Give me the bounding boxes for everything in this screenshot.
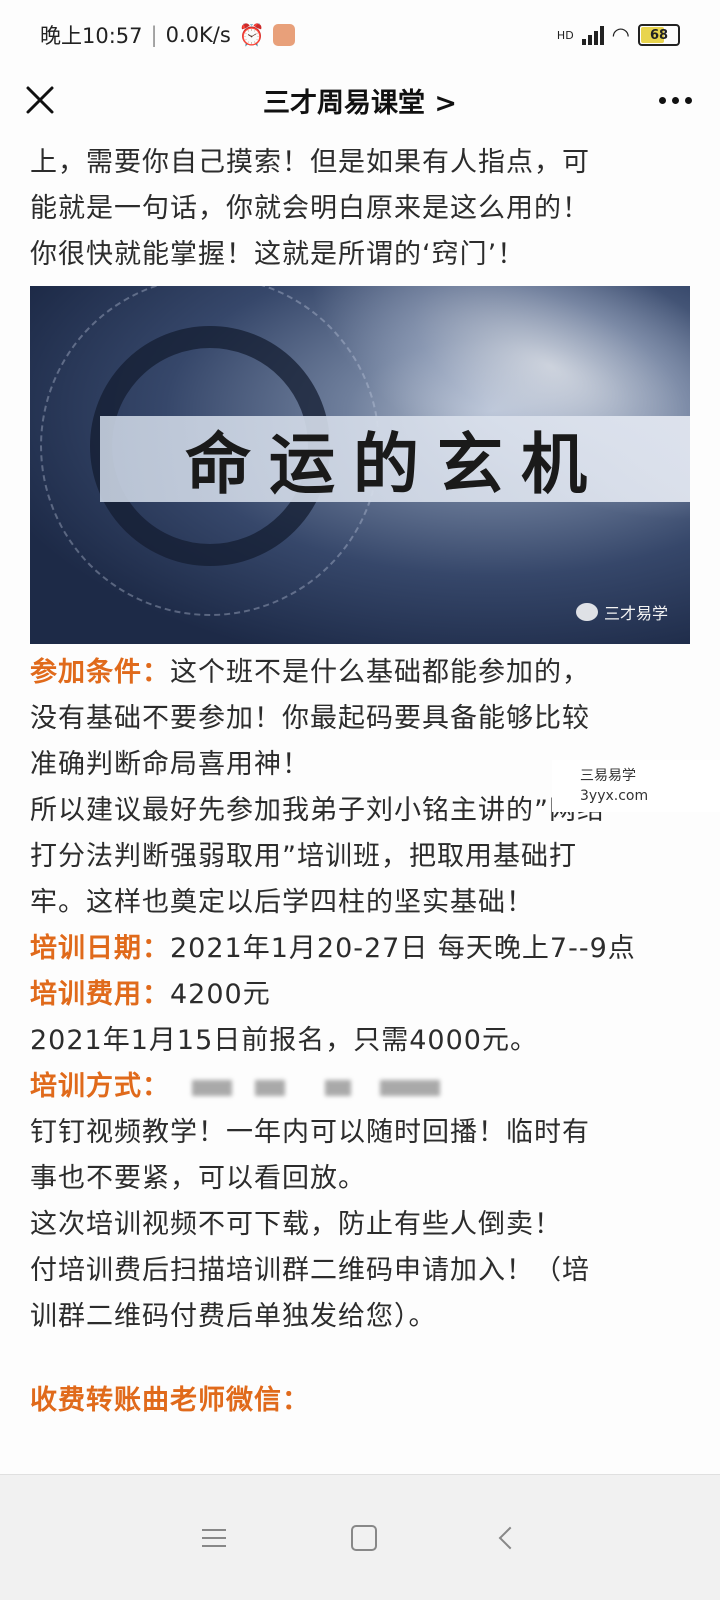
- method-line: 培训方式：: [30, 1064, 690, 1110]
- wifi-icon: ◠: [611, 23, 630, 47]
- status-separator: |: [150, 23, 158, 47]
- status-right: HD ◠ 68: [557, 23, 680, 47]
- conditions-line: 参加条件：这个班不是什么基础都能参加的，: [30, 650, 690, 696]
- app-notification-icon: [272, 24, 295, 46]
- status-left: 晚上10:57 | 0.0K/s ⏰: [40, 20, 295, 50]
- fee-label: 培训费用：: [30, 979, 170, 1010]
- early-signup-line: 2021年1月15日前报名，只需4000元。: [30, 1025, 538, 1056]
- payment-label: 收费转账曲老师微信：: [30, 1385, 310, 1416]
- hd-label: HD: [556, 28, 574, 42]
- battery-icon: 68: [638, 24, 680, 46]
- redacted-block: [191, 1079, 232, 1096]
- method-text-line: 钉钉视频教学！一年内可以随时回播！临时有: [30, 1117, 590, 1148]
- intro-line: 能就是一句话，你就会明白原来是这么用的！: [30, 193, 590, 224]
- back-icon[interactable]: [498, 1526, 521, 1549]
- date-value: 2021年1月20-27日 每天晚上7--9点: [170, 933, 636, 964]
- intro-line: 上，需要你自己摸索！但是如果有人指点，可: [30, 147, 590, 178]
- banner-title: 命运的玄机: [185, 425, 605, 503]
- method-label: 培训方式：: [30, 1071, 170, 1102]
- banner-watermark: 三才易学: [575, 600, 668, 624]
- battery-level: 68: [649, 27, 669, 43]
- banner-title-strip: 命运的玄机: [100, 416, 690, 503]
- method-text-line: 这次培训视频不可下载，防止有些人倒卖！: [30, 1209, 562, 1240]
- redacted-block: [255, 1079, 286, 1096]
- redacted-block: [324, 1079, 351, 1096]
- alarm-icon: ⏰: [238, 22, 265, 47]
- close-icon[interactable]: [20, 80, 60, 120]
- conditions-text: 这个班不是什么基础都能参加的，: [170, 657, 590, 688]
- account-title[interactable]: 三才周易课堂 >: [263, 81, 457, 120]
- conditions-label: 参加条件：: [30, 657, 170, 688]
- site-watermark: 三易易学 3yyx.com: [552, 760, 720, 812]
- conditions-line: 没有基础不要参加！你最起码要具备能够比较: [30, 703, 590, 734]
- date-label: 培训日期：: [30, 933, 170, 964]
- recommend-line: 打分法判断强弱取用”培训班，把取用基础打: [30, 841, 577, 872]
- banner-image: 命运的玄机 三才易学: [30, 286, 690, 644]
- watermark-line: 3yyx.com: [580, 788, 649, 804]
- signal-icon: [581, 25, 604, 45]
- system-nav-bar: [0, 1474, 720, 1600]
- method-text-line: 训群二维码付费后单独发给您）。: [30, 1301, 437, 1332]
- title-bar: 三才周易课堂 >: [0, 70, 720, 130]
- date-line: 培训日期：2021年1月20-27日 每天晚上7--9点: [30, 926, 690, 972]
- recommend-line: 牢。这样也奠定以后学四柱的坚实基础！: [30, 887, 534, 918]
- banner-watermark-text: 三才易学: [603, 604, 668, 623]
- home-icon[interactable]: [350, 1524, 377, 1551]
- menu-icon[interactable]: [202, 1528, 227, 1547]
- payment-line: 收费转账曲老师微信：: [30, 1378, 690, 1424]
- fee-value: 4200元: [170, 979, 271, 1010]
- fee-line: 培训费用：4200元: [30, 972, 690, 1018]
- status-bar: 晚上10:57 | 0.0K/s ⏰ HD ◠ 68: [0, 0, 720, 70]
- network-speed: 0.0K/s: [165, 23, 231, 47]
- redacted-block: [380, 1079, 441, 1096]
- method-text-line: 事也不要紧，可以看回放。: [30, 1163, 366, 1194]
- intro-line: 你很快就能掌握！这就是所谓的‘窍门’！: [30, 239, 526, 270]
- method-text-line: 付培训费后扫描培训群二维码申请加入！（培: [30, 1255, 590, 1286]
- wechat-icon: [575, 603, 598, 621]
- watermark-line: 三易易学: [580, 768, 636, 784]
- status-time: 晚上10:57: [40, 24, 143, 48]
- more-options-icon[interactable]: [652, 80, 698, 120]
